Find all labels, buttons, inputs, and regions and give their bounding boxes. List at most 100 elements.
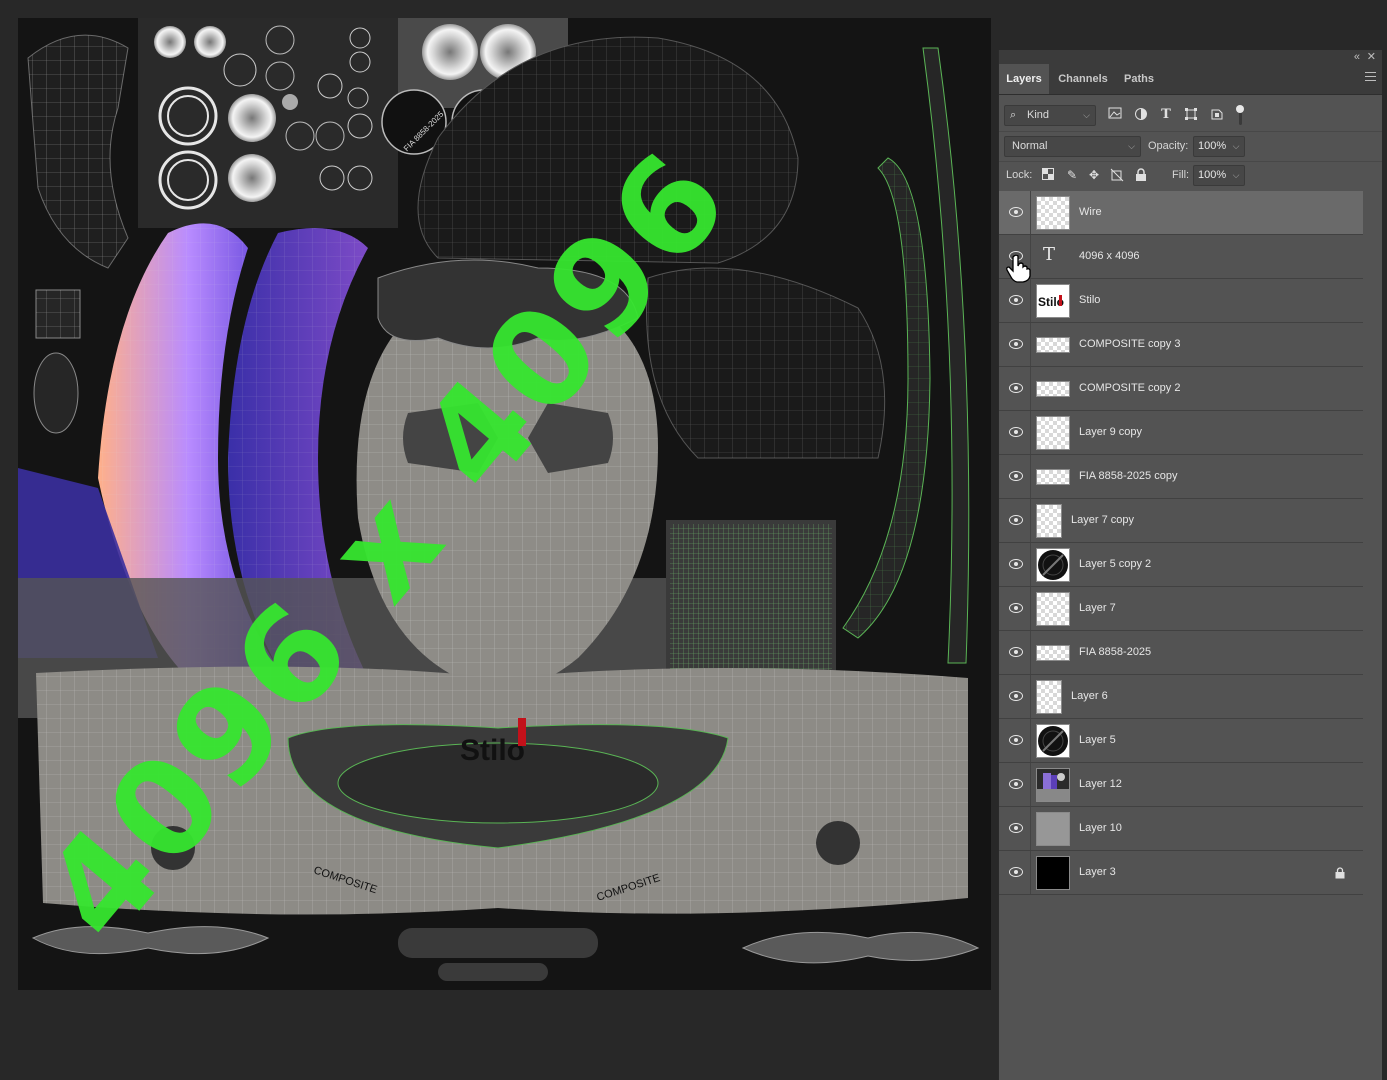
blend-mode-value: Normal [1012,140,1048,152]
row-divider [1030,191,1031,234]
layer-row[interactable]: FIA 8858-2025 copy [999,455,1363,499]
layer-row[interactable]: Layer 7 [999,587,1363,631]
fill-input[interactable]: 100% [1193,165,1229,186]
layer-thumbnail [1036,812,1070,846]
layer-name: Layer 6 [1071,690,1108,702]
top-empty-area [998,0,1387,50]
layer-filter-row: ⌕ Kind ⌵ T [999,101,1382,131]
lock-image-pixels-icon[interactable]: ✎ [1065,168,1079,182]
layer-row[interactable]: Layer 5 copy 2 [999,543,1363,587]
blend-mode-select[interactable]: Normal ⌵ [1004,136,1141,157]
layer-name: Layer 5 copy 2 [1079,558,1152,570]
layer-name: Layer 12 [1079,778,1122,790]
layer-name: Layer 7 copy [1071,514,1134,526]
layer-row[interactable]: Layer 6 [999,675,1363,719]
visibility-eye-icon[interactable] [1009,867,1023,877]
layer-row[interactable]: COMPOSITE copy 2 [999,367,1363,411]
layer-row[interactable]: COMPOSITE copy 3 [999,323,1363,367]
layer-thumbnail [1036,196,1070,230]
chevron-down-icon: ⌵ [1128,141,1135,151]
search-icon: ⌕ [1010,109,1017,121]
layer-name: FIA 8858-2025 [1079,646,1152,658]
row-divider [1030,631,1031,674]
row-divider [1030,455,1031,498]
row-divider [1030,675,1031,718]
hand-cursor-icon [1006,254,1031,283]
layer-row[interactable]: Layer 9 copy [999,411,1363,455]
fill-dropdown[interactable]: ⌵ [1228,165,1245,186]
layers-panel: « ✕ Layers Channels Paths ⌕ Kind ⌵ T Nor… [998,50,1382,1080]
panel-menu-icon[interactable] [1365,72,1376,83]
panel-title-bar: « ✕ [999,50,1382,64]
type-layer-icon: T [1043,244,1056,265]
visibility-eye-icon[interactable] [1009,295,1023,305]
visibility-eye-icon[interactable] [1009,647,1023,657]
opacity-input[interactable]: 100% [1193,136,1229,157]
shape-layer-filter-icon[interactable] [1183,107,1199,123]
layer-thumbnail [1036,381,1070,397]
layer-row[interactable]: T 4096 x 4096 [999,235,1363,279]
visibility-eye-icon[interactable] [1009,427,1023,437]
row-divider [1030,367,1031,410]
layer-row[interactable]: Layer 12 [999,763,1363,807]
layer-row[interactable]: Layer 5 [999,719,1363,763]
visibility-eye-icon[interactable] [1009,603,1023,613]
layer-name: COMPOSITE copy 2 [1079,382,1181,394]
type-layer-filter-icon[interactable]: T [1158,107,1174,123]
tab-channels[interactable]: Channels [1051,64,1115,94]
layer-thumbnail [1036,856,1070,890]
layer-row[interactable]: Layer 10 [999,807,1363,851]
row-divider [1030,851,1031,894]
tab-paths[interactable]: Paths [1117,64,1161,94]
texture-canvas[interactable]: Stilo COMPOSITE COMPOSITE FIA 8858-2025 … [18,18,991,990]
row-divider [1030,807,1031,850]
layer-row[interactable]: Layer 3 [999,851,1363,895]
uv-texture-drawing: Stilo COMPOSITE COMPOSITE FIA 8858-2025 … [18,18,991,990]
document-area: Stilo COMPOSITE COMPOSITE FIA 8858-2025 … [0,0,998,1080]
panel-tabs: Layers Channels Paths [999,64,1382,95]
lock-label: Lock: [1006,169,1033,181]
lock-transparent-pixels-icon[interactable] [1041,168,1055,182]
row-divider [1030,323,1031,366]
layer-name: Layer 9 copy [1079,426,1142,438]
visibility-eye-icon[interactable] [1009,779,1023,789]
lock-position-icon[interactable]: ✥ [1087,168,1101,182]
lock-all-icon[interactable] [1134,168,1148,182]
filter-toggle-switch[interactable] [1236,105,1244,125]
layer-name: Layer 3 [1079,866,1116,878]
layer-row[interactable]: FIA 8858-2025 [999,631,1363,675]
layer-row[interactable]: Layer 7 copy [999,499,1363,543]
layer-thumbnail [1036,680,1062,714]
layer-thumbnail [1036,768,1070,802]
blend-opacity-row: Normal ⌵ Opacity: 100% ⌵ [999,131,1382,161]
layer-lock-icon[interactable] [1335,866,1345,879]
visibility-eye-icon[interactable] [1009,207,1023,217]
smart-object-filter-icon[interactable] [1209,107,1225,123]
layer-name: Wire [1079,206,1102,218]
tab-layers[interactable]: Layers [999,64,1049,94]
visibility-eye-icon[interactable] [1009,559,1023,569]
visibility-eye-icon[interactable] [1009,515,1023,525]
visibility-eye-icon[interactable] [1009,339,1023,349]
visibility-eye-icon[interactable] [1009,691,1023,701]
opacity-dropdown[interactable]: ⌵ [1228,136,1245,157]
close-panel-icon[interactable]: ✕ [1367,50,1376,64]
visibility-eye-icon[interactable] [1009,735,1023,745]
layer-row[interactable]: Stilo Stilo [999,279,1363,323]
layer-thumbnail [1036,504,1062,538]
layer-thumbnail [1036,548,1070,582]
filter-kind-select[interactable]: ⌕ Kind ⌵ [1004,105,1096,126]
layer-row[interactable]: Wire [999,191,1363,235]
collapse-panel-icon[interactable]: « [1354,50,1360,64]
row-divider [1030,587,1031,630]
layer-name: COMPOSITE copy 3 [1079,338,1181,350]
chevron-down-icon: ⌵ [1083,110,1090,120]
pixel-layer-filter-icon[interactable] [1107,107,1123,123]
visibility-eye-icon[interactable] [1009,383,1023,393]
prevent-auto-nesting-icon[interactable] [1110,168,1124,182]
adjustment-layer-filter-icon[interactable] [1133,107,1149,123]
row-divider [1030,763,1031,806]
visibility-eye-icon[interactable] [1009,823,1023,833]
visibility-eye-icon[interactable] [1009,471,1023,481]
fill-label: Fill: [1172,169,1190,181]
